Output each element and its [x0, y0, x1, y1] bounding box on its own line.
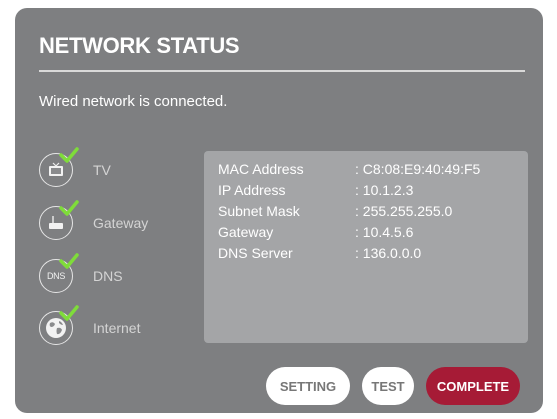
- connection-label-dns: DNS: [93, 268, 123, 284]
- detail-value: : C8:08:E9:40:49:F5: [355, 161, 481, 177]
- check-icon: [59, 200, 79, 216]
- check-icon: [59, 147, 79, 163]
- detail-key: Gateway: [218, 224, 274, 240]
- complete-button[interactable]: COMPLETE: [426, 367, 520, 405]
- check-icon: [59, 253, 79, 269]
- detail-value: : 10.1.2.3: [355, 182, 414, 198]
- check-icon: [59, 305, 79, 321]
- detail-value: : 10.4.5.6: [355, 224, 414, 240]
- title-divider: [39, 70, 525, 72]
- detail-key: MAC Address: [218, 161, 304, 177]
- connection-label-internet: Internet: [93, 320, 141, 336]
- connection-item-gateway: Gateway: [39, 200, 189, 246]
- connection-item-tv: TV: [39, 147, 189, 193]
- dialog-title: NETWORK STATUS: [39, 33, 240, 58]
- connection-label-tv: TV: [93, 162, 111, 178]
- detail-row-dns-server: DNS Server : 136.0.0.0: [218, 245, 518, 263]
- detail-value: : 255.255.255.0: [355, 203, 453, 219]
- connection-item-dns: DNS DNS: [39, 253, 189, 299]
- detail-key: Subnet Mask: [218, 203, 300, 219]
- detail-value: : 136.0.0.0: [355, 245, 422, 261]
- detail-key: DNS Server: [218, 245, 293, 261]
- connection-item-internet: Internet: [39, 305, 189, 351]
- detail-row-gateway: Gateway : 10.4.5.6: [218, 224, 518, 242]
- detail-row-subnet: Subnet Mask : 255.255.255.0: [218, 203, 518, 221]
- connection-label-gateway: Gateway: [93, 215, 149, 231]
- setting-button[interactable]: SETTING: [266, 367, 350, 405]
- test-button[interactable]: TEST: [362, 367, 414, 405]
- status-message: Wired network is connected.: [39, 93, 228, 110]
- detail-key: IP Address: [218, 182, 286, 198]
- detail-row-ip: IP Address : 10.1.2.3: [218, 182, 518, 200]
- detail-row-mac: MAC Address : C8:08:E9:40:49:F5: [218, 161, 518, 179]
- dns-icon-text: DNS: [46, 271, 66, 281]
- network-details-panel: MAC Address : C8:08:E9:40:49:F5 IP Addre…: [204, 151, 528, 343]
